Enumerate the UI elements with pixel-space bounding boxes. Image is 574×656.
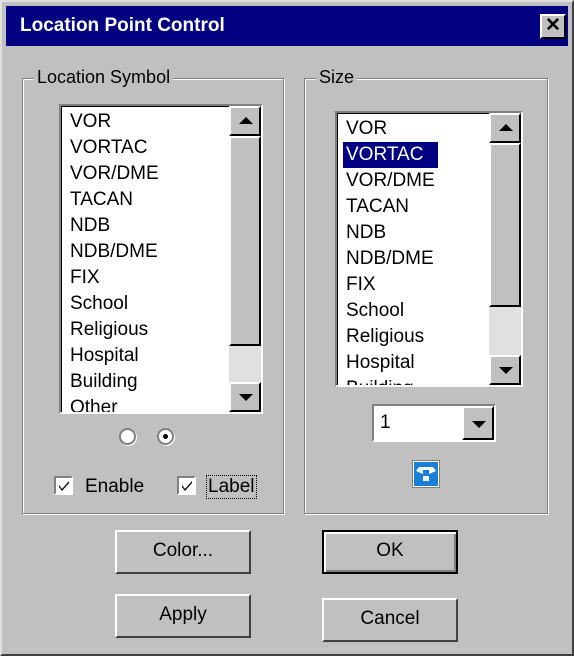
- scroll-thumb[interactable]: [489, 143, 521, 307]
- list-item[interactable]: Building: [67, 369, 162, 395]
- list-item[interactable]: VOR: [67, 109, 162, 135]
- size-combo[interactable]: 1: [372, 404, 496, 442]
- list-item[interactable]: TACAN: [67, 187, 162, 213]
- size-scrollbar[interactable]: [489, 113, 521, 385]
- size-items: VOR VORTAC VOR/DME TACAN NDB NDB/DME FIX School…: [343, 116, 438, 385]
- list-item[interactable]: Hospital: [343, 350, 438, 376]
- list-item[interactable]: Other: [67, 395, 162, 412]
- scroll-down-button[interactable]: [489, 355, 521, 385]
- chevron-down-icon: [472, 421, 486, 428]
- list-item[interactable]: VOR/DME: [67, 161, 162, 187]
- title-bar[interactable]: Location Point Control ✕: [6, 6, 568, 46]
- list-item[interactable]: VORTAC: [343, 142, 438, 168]
- scroll-down-button[interactable]: [229, 382, 261, 412]
- combo-dropdown-button[interactable]: [462, 406, 494, 440]
- color-button[interactable]: Color...: [115, 530, 251, 574]
- arrow-up-icon: [499, 124, 513, 131]
- ok-button[interactable]: OK: [322, 530, 458, 574]
- location-symbol-scrollbar[interactable]: [229, 106, 261, 412]
- location-point-control-dialog: Location Point Control ✕ Location Symbol…: [0, 0, 574, 656]
- checkmark-icon: [182, 481, 192, 491]
- size-combo-value: 1: [380, 412, 391, 433]
- location-symbol-group-label: Location Symbol: [34, 67, 174, 88]
- checkmark-icon: [59, 481, 69, 491]
- scroll-thumb[interactable]: [229, 136, 261, 346]
- radio-option-2[interactable]: [157, 428, 174, 445]
- list-item[interactable]: NDB: [343, 220, 438, 246]
- list-item[interactable]: School: [67, 291, 162, 317]
- arrow-down-icon: [499, 367, 513, 374]
- list-item[interactable]: NDB/DME: [343, 246, 438, 272]
- list-item[interactable]: NDB: [67, 213, 162, 239]
- window-title: Location Point Control: [20, 15, 225, 36]
- shape-preview-icon: [414, 462, 438, 486]
- list-item[interactable]: NDB/DME: [67, 239, 162, 265]
- radio-option-1[interactable]: [119, 428, 136, 445]
- location-symbol-list[interactable]: VOR VORTAC VOR/DME TACAN NDB NDB/DME FIX School…: [59, 104, 263, 414]
- label-checkbox[interactable]: [177, 476, 196, 495]
- shape-preview-button[interactable]: [412, 460, 440, 488]
- list-item[interactable]: Religious: [67, 317, 162, 343]
- location-symbol-items: VOR VORTAC VOR/DME TACAN NDB NDB/DME FIX School…: [67, 109, 162, 412]
- list-item[interactable]: VOR/DME: [343, 168, 438, 194]
- close-icon: ✕: [545, 15, 561, 36]
- arrow-up-icon: [239, 117, 253, 124]
- list-item[interactable]: FIX: [67, 265, 162, 291]
- list-item[interactable]: Religious: [343, 324, 438, 350]
- list-item[interactable]: Hospital: [67, 343, 162, 369]
- apply-button[interactable]: Apply: [115, 594, 251, 638]
- list-item[interactable]: School: [343, 298, 438, 324]
- cancel-button[interactable]: Cancel: [322, 598, 458, 642]
- size-group-label: Size: [316, 67, 358, 88]
- list-item[interactable]: VOR: [343, 116, 438, 142]
- scroll-up-button[interactable]: [229, 106, 261, 136]
- close-button[interactable]: ✕: [540, 14, 566, 39]
- radio-selected-dot: [163, 434, 168, 439]
- list-item[interactable]: Building: [343, 376, 438, 385]
- list-item[interactable]: TACAN: [343, 194, 438, 220]
- arrow-down-icon: [239, 394, 253, 401]
- list-item[interactable]: FIX: [343, 272, 438, 298]
- size-list[interactable]: VOR VORTAC VOR/DME TACAN NDB NDB/DME FIX School…: [335, 111, 523, 387]
- enable-checkbox[interactable]: [54, 476, 73, 495]
- label-label: Label: [206, 475, 257, 499]
- list-item[interactable]: VORTAC: [67, 135, 162, 161]
- enable-label: Enable: [85, 476, 145, 497]
- scroll-up-button[interactable]: [489, 113, 521, 143]
